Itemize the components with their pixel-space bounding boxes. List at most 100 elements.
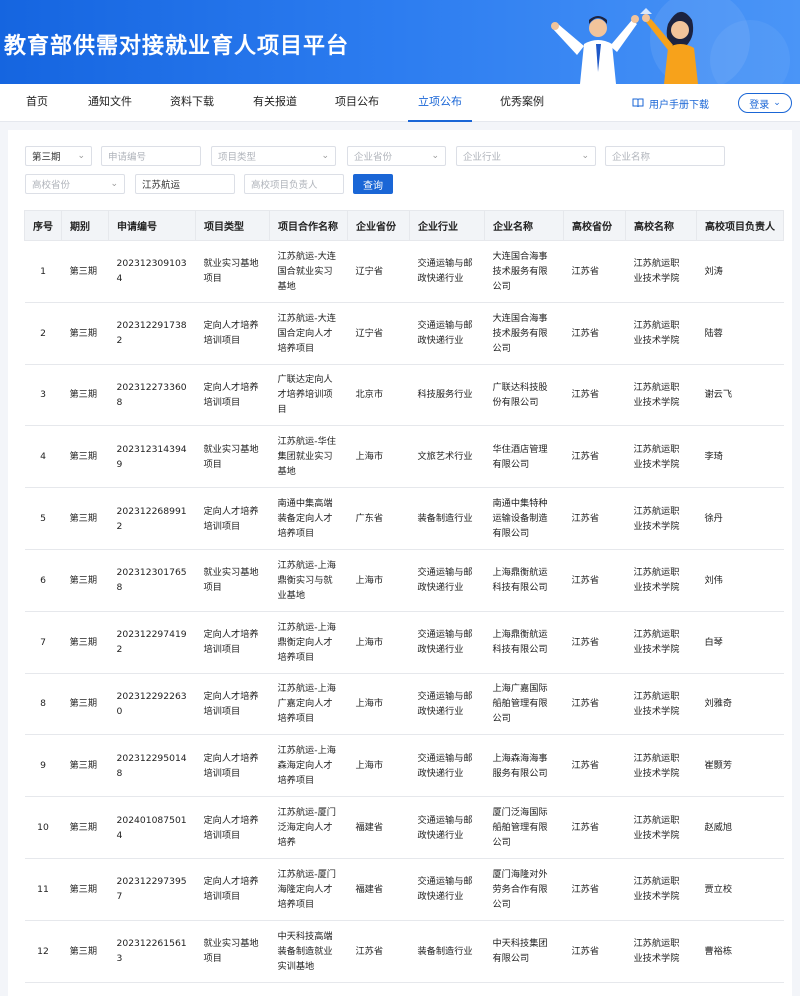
col-project-type-cell: 定向人才培养培训项目 [195, 363, 270, 427]
col-school-name-cell: 江苏航运职业技术学院 [625, 610, 697, 674]
nav-home[interactable]: 首页 [26, 84, 48, 122]
col-school-name-cell: 江苏航运职业技术学院 [625, 548, 697, 612]
col-apply-no-cell: 2023122974192 [108, 610, 196, 674]
col-company-industry-cell: 科技服务行业 [409, 363, 485, 427]
col-leader-cell: 陆蓉 [696, 301, 784, 365]
manual-download-link[interactable]: 用户手册下载 [632, 84, 709, 122]
col-school-province-cell: 江苏省 [563, 919, 626, 983]
col-school-province-cell: 江苏省 [563, 425, 626, 489]
col-company-name-cell: 上海鼎衡航运科技有限公司 [484, 610, 564, 674]
col-company-name-header: 企业名称 [484, 210, 564, 241]
col-project-type-cell: 定向人才培养培训项目 [195, 301, 270, 365]
book-icon [632, 98, 644, 108]
table-row: 10 第三期 2024010875014 定向人才培养培训项目 江苏航运-厦门泛海定向人… [24, 796, 784, 859]
chevron-down-icon: ⌄ [321, 151, 329, 161]
col-company-name-cell: 大连国合海事技术服务有限公司 [484, 240, 564, 303]
col-school-province-cell: 江苏省 [563, 301, 626, 365]
chevron-down-icon: ⌄ [110, 179, 118, 189]
table-row: 12 第三期 2023122615613 就业实习基地项目 中天科技高端装备制造就业实训… [24, 919, 784, 983]
col-apply-no-cell: 2023123091034 [108, 240, 196, 303]
site-title: 教育部供需对接就业育人项目平台 [4, 34, 350, 59]
col-company-industry-cell: 装备制造行业 [409, 919, 485, 983]
leader-input[interactable]: 高校项目负责人 [244, 174, 344, 194]
apply-no-input[interactable]: 申请编号 [101, 146, 201, 166]
header-banner: 教育部供需对接就业育人项目平台 [0, 0, 800, 84]
col-project-name-cell: 江苏航运-厦门泛海定向人才培养 [269, 796, 348, 859]
col-school-name-cell: 江苏航运职业技术学院 [625, 734, 697, 798]
col-index-cell: 8 [24, 672, 62, 736]
col-apply-no-cell: 2023122733608 [108, 363, 196, 427]
col-leader-cell: 谢云飞 [696, 363, 784, 427]
table-row: 5 第三期 2023122689912 定向人才培养培训项目 南通中集高端装备定向人才培… [24, 487, 784, 550]
col-index-cell: 7 [24, 610, 62, 674]
col-period-cell: 第三期 [61, 857, 109, 921]
col-index-cell: 12 [24, 919, 62, 983]
col-period-cell: 第三期 [61, 425, 109, 489]
nav-downloads[interactable]: 资料下载 [170, 84, 214, 122]
col-project-name-cell: 江苏航运-厦门海隆定向人才培养项目 [269, 857, 348, 921]
col-apply-no-cell: 2023122973957 [108, 857, 196, 921]
nav-notices[interactable]: 通知文件 [88, 84, 132, 122]
col-school-name-cell: 江苏航运职业技术学院 [625, 487, 697, 550]
table-header-row: 序号 期别 申请编号 项目类型 项目合作名称 企业省份 企业行业 企业名称 高校省份 高校名称 高校… [24, 210, 784, 241]
table-row: 6 第三期 2023123017658 就业实习基地项目 江苏航运-上海鼎衡实习与就业基… [24, 548, 784, 612]
col-company-province-cell: 上海市 [347, 425, 410, 489]
col-company-industry-cell: 交通运输与邮政快递行业 [409, 610, 485, 674]
period-select[interactable]: 第三期 ⌄ [25, 146, 92, 166]
company-industry-placeholder: 企业行业 [463, 152, 502, 163]
col-project-type-cell: 定向人才培养培训项目 [195, 610, 270, 674]
query-button[interactable]: 查询 [353, 174, 393, 194]
col-school-name-cell: 江苏航运职业技术学院 [625, 240, 697, 303]
col-apply-no-cell: 2023123017658 [108, 548, 196, 612]
col-index-header: 序号 [24, 210, 62, 241]
col-company-industry-cell: 装备制造行业 [409, 487, 485, 550]
col-index-cell: 10 [24, 796, 62, 859]
company-industry-select[interactable]: 企业行业 ⌄ [456, 146, 596, 166]
col-project-type-header: 项目类型 [195, 210, 270, 241]
nav-reports[interactable]: 有关报道 [253, 84, 297, 122]
company-name-input[interactable]: 企业名称 [605, 146, 725, 166]
col-company-province-cell: 辽宁省 [347, 240, 410, 303]
school-name-input[interactable]: 江苏航运 [135, 174, 235, 194]
col-school-province-cell: 江苏省 [563, 672, 626, 736]
col-school-province-cell: 江苏省 [563, 548, 626, 612]
col-project-type-cell: 定向人才培养培训项目 [195, 796, 270, 859]
col-school-name-cell: 江苏航运职业技术学院 [625, 672, 697, 736]
nav-approval-announce[interactable]: 立项公布 [408, 84, 472, 122]
project-type-select[interactable]: 项目类型 ⌄ [211, 146, 336, 166]
col-project-name-cell: 南通中集高端装备定向人才培养项目 [269, 487, 348, 550]
school-province-select[interactable]: 高校省份 ⌄ [25, 174, 125, 194]
manual-label: 用户手册下载 [649, 99, 709, 111]
col-project-name-cell: 中天科技高端装备制造就业实训基地 [269, 919, 348, 983]
company-province-select[interactable]: 企业省份 ⌄ [347, 146, 446, 166]
col-index-cell: 2 [24, 301, 62, 365]
col-project-name-cell: 江苏航运-大连国合定向人才培养项目 [269, 301, 348, 365]
col-period-cell: 第三期 [61, 919, 109, 983]
col-company-industry-cell: 交通运输与邮政快递行业 [409, 240, 485, 303]
col-apply-no-cell: 2023122950148 [108, 734, 196, 798]
col-school-province-cell: 江苏省 [563, 240, 626, 303]
col-project-type-cell: 就业实习基地项目 [195, 919, 270, 983]
col-company-industry-cell: 交通运输与邮政快递行业 [409, 548, 485, 612]
col-leader-cell: 曹裕栋 [696, 919, 784, 983]
col-project-name-cell: 江苏航运-上海鼎衡实习与就业基地 [269, 548, 348, 612]
login-button[interactable]: 登录 ⌄ [738, 93, 792, 113]
col-school-name-cell: 江苏航运职业技术学院 [625, 425, 697, 489]
col-index-cell: 11 [24, 857, 62, 921]
col-leader-cell: 白琴 [696, 610, 784, 674]
col-index-cell: 6 [24, 548, 62, 612]
col-leader-cell: 贾立校 [696, 857, 784, 921]
col-project-type-cell: 就业实习基地项目 [195, 425, 270, 489]
chevron-down-icon: ⌄ [581, 151, 589, 161]
col-school-name-cell: 江苏航运职业技术学院 [625, 857, 697, 921]
col-school-province-cell: 江苏省 [563, 734, 626, 798]
col-project-name-cell: 江苏航运-上海广嘉定向人才培养项目 [269, 672, 348, 736]
nav-project-announce[interactable]: 项目公布 [335, 84, 379, 122]
col-company-province-cell: 广东省 [347, 487, 410, 550]
col-project-name-header: 项目合作名称 [269, 210, 348, 241]
project-type-placeholder: 项目类型 [218, 152, 257, 163]
col-company-name-cell: 广联达科技股份有限公司 [484, 363, 564, 427]
col-school-province-cell: 江苏省 [563, 487, 626, 550]
col-company-province-cell: 福建省 [347, 857, 410, 921]
nav-excellent-cases[interactable]: 优秀案例 [500, 84, 544, 122]
